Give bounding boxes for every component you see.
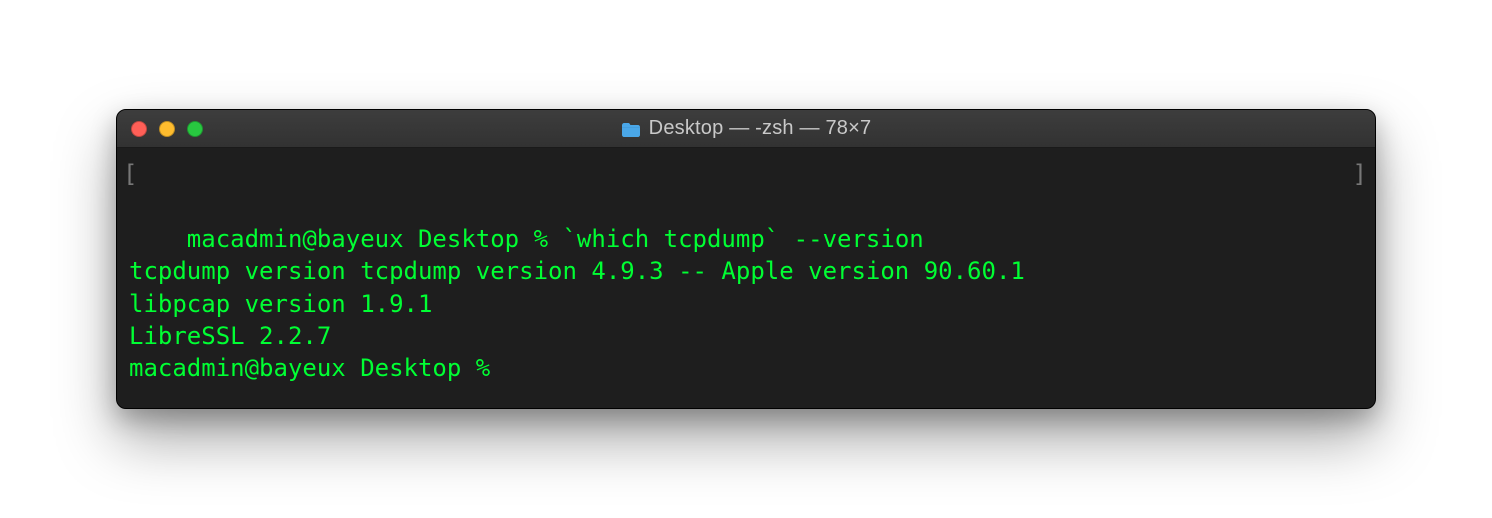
window-title: Desktop — -zsh — 78×7 (649, 117, 872, 140)
minimize-icon[interactable] (159, 121, 175, 137)
output-line-3: LibreSSL 2.2.7 (129, 322, 331, 350)
prompt-2: macadmin@bayeux Desktop % (129, 354, 505, 382)
cursor (505, 356, 519, 382)
terminal-window: Desktop — -zsh — 78×7 [ ] macadmin@bayeux… (116, 109, 1376, 409)
folder-icon (621, 121, 641, 137)
terminal-body[interactable]: [ ] macadmin@bayeux Desktop % `which tcpd… (117, 148, 1375, 408)
close-icon[interactable] (131, 121, 147, 137)
prompt-1: macadmin@bayeux Desktop % (187, 225, 563, 253)
output-line-1: tcpdump version tcpdump version 4.9.3 --… (129, 257, 1025, 285)
output-line-2: libpcap version 1.9.1 (129, 290, 432, 318)
prompt-bracket-right: ] (1353, 158, 1367, 190)
zoom-icon[interactable] (187, 121, 203, 137)
command-1: `which tcpdump` --version (562, 225, 923, 253)
traffic-lights (117, 110, 203, 147)
prompt-bracket-left: [ (123, 158, 137, 190)
titlebar[interactable]: Desktop — -zsh — 78×7 (117, 110, 1375, 148)
window-title-area: Desktop — -zsh — 78×7 (117, 117, 1375, 140)
